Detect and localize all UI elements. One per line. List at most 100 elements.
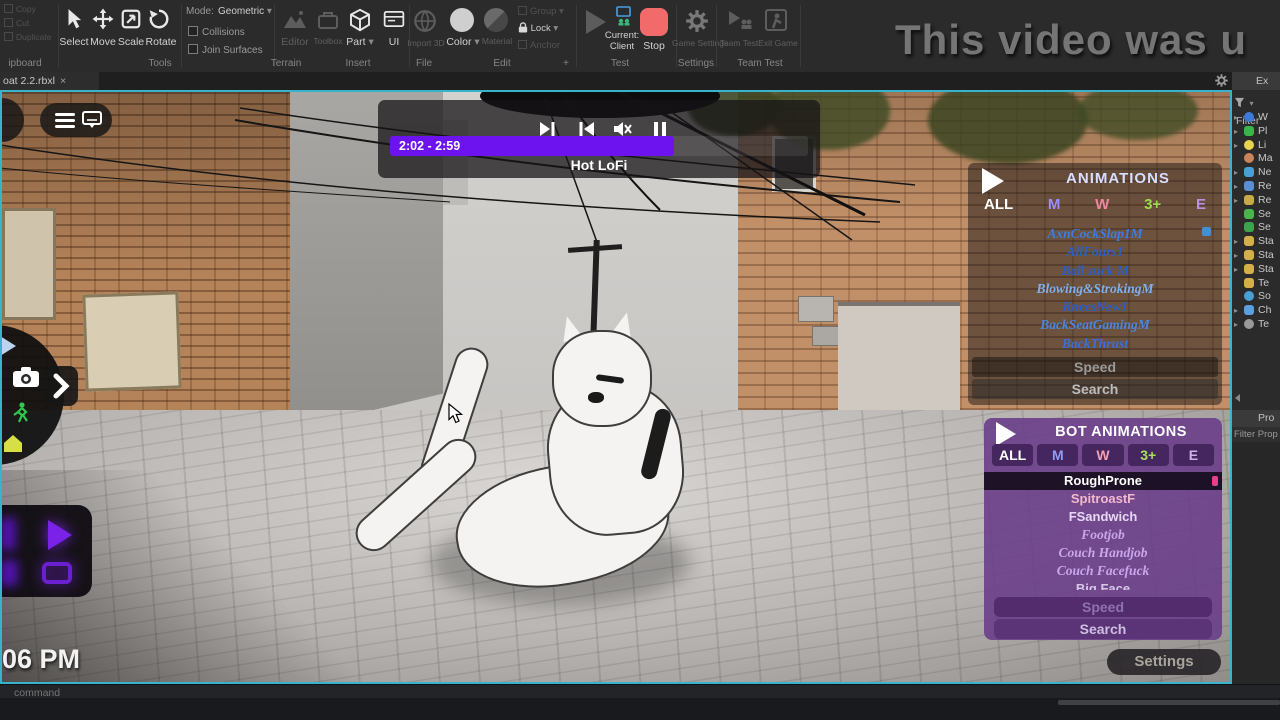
clipped-action-icon[interactable] — [0, 518, 16, 550]
document-tab[interactable]: oat 2.2.rbxl× — [0, 72, 99, 90]
bot-animation-item[interactable]: Big Face — [984, 580, 1222, 590]
viewport-gear-button[interactable] — [1214, 73, 1229, 93]
material-button[interactable] — [484, 8, 508, 32]
animation-item[interactable]: Ball suck M — [968, 262, 1222, 280]
run-icon[interactable] — [12, 402, 30, 424]
tab-m[interactable]: M — [1042, 196, 1067, 213]
edit-overflow[interactable]: + — [560, 58, 572, 69]
expand-arrow-icon[interactable]: ▸ — [1234, 182, 1238, 191]
animation-item[interactable]: AxnCockSlap1M — [968, 225, 1222, 243]
part-button[interactable] — [348, 8, 372, 37]
explorer-tab[interactable]: Ex — [1232, 72, 1280, 90]
play-bot-animation-icon[interactable] — [996, 422, 1016, 446]
clipboard-cut-button[interactable]: Cut — [4, 18, 29, 28]
camera-action-icon[interactable] — [42, 562, 72, 584]
play-animation-icon[interactable] — [982, 168, 1004, 194]
explorer-item[interactable]: ▸Sta — [1232, 234, 1280, 248]
expand-arrow-icon[interactable]: ▸ — [1234, 141, 1238, 150]
ui-button[interactable] — [382, 8, 406, 35]
tab-all[interactable]: ALL — [978, 196, 1019, 213]
explorer-item[interactable]: So — [1232, 289, 1280, 303]
rotate-tool-button[interactable] — [148, 8, 170, 35]
expand-arrow-icon[interactable]: ▸ — [1234, 237, 1238, 246]
tab-w[interactable]: W — [1089, 196, 1115, 213]
collisions-checkbox[interactable]: Collisions — [188, 26, 245, 38]
explorer-item[interactable]: Te — [1232, 276, 1280, 290]
tab-e[interactable]: E — [1173, 444, 1214, 466]
play-action-icon[interactable] — [48, 520, 72, 550]
explorer-item[interactable]: ▸Ne — [1232, 165, 1280, 179]
explorer-item[interactable]: ▸Re — [1232, 193, 1280, 207]
animation-item[interactable]: AllFours1 — [968, 243, 1222, 261]
bot-animation-item[interactable]: SpitroastF — [984, 490, 1222, 508]
team-test-button[interactable] — [726, 8, 752, 37]
move-tool-button[interactable] — [92, 8, 114, 35]
terrain-editor-button[interactable] — [282, 8, 308, 37]
animation-item[interactable]: BackThrust — [968, 335, 1222, 353]
game-settings-button[interactable] — [684, 8, 710, 39]
tab-e[interactable]: E — [1190, 196, 1212, 213]
current-client-button[interactable] — [614, 6, 636, 31]
bot-animation-item[interactable]: RoughProne — [984, 472, 1222, 490]
camera-icon[interactable] — [12, 366, 40, 388]
expand-arrow-icon[interactable]: ▸ — [1234, 168, 1238, 177]
expand-arrow-icon[interactable]: ▸ — [1234, 320, 1238, 329]
tab-3plus[interactable]: 3+ — [1138, 196, 1167, 213]
expand-arrow-icon[interactable]: ▸ — [1234, 265, 1238, 274]
clipboard-copy-button[interactable]: Copy — [4, 4, 36, 14]
expand-arrow-icon[interactable]: ▸ — [1234, 127, 1238, 136]
scroll-left-arrow[interactable] — [1235, 394, 1240, 402]
explorer-item[interactable]: Se — [1232, 220, 1280, 234]
explorer-item[interactable]: ▸Pl — [1232, 124, 1280, 138]
explorer-item[interactable]: ▸Sta — [1232, 248, 1280, 262]
exit-game-button[interactable] — [764, 8, 788, 37]
clipped-action-icon[interactable] — [0, 560, 18, 586]
expand-arrow-icon[interactable]: ▸ — [1234, 251, 1238, 260]
bot-search-button[interactable]: Search — [994, 619, 1212, 639]
animation-item[interactable]: BackSeatGamingM — [968, 316, 1222, 334]
chat-icon[interactable] — [82, 111, 102, 129]
import-3d-button[interactable] — [412, 8, 438, 39]
explorer-item[interactable]: ▸Te — [1232, 317, 1280, 331]
horizontal-scrollbar[interactable] — [1058, 700, 1280, 705]
game-viewport[interactable]: 2:02 - 2:59 Hot LoFi ANIMATIONS ALLMW3+E… — [0, 90, 1232, 684]
bot-animation-item[interactable]: FSandwich — [984, 508, 1222, 526]
join-surfaces-checkbox[interactable]: Join Surfaces — [188, 44, 263, 56]
bot-animation-item[interactable]: Couch Facefuck — [984, 562, 1222, 580]
bot-speed-button[interactable]: Speed — [994, 597, 1212, 617]
explorer-item[interactable]: ▸Ch — [1232, 303, 1280, 317]
explorer-item[interactable]: Se — [1232, 207, 1280, 221]
expand-arrow-icon[interactable]: ▸ — [1234, 196, 1238, 205]
animations-search-button[interactable]: Search — [972, 379, 1218, 399]
color-button[interactable] — [450, 8, 474, 32]
bot-animation-item[interactable]: Couch Handjob — [984, 544, 1222, 562]
toolbox-button[interactable] — [316, 8, 340, 37]
expand-arrow-icon[interactable]: ▸ — [1234, 306, 1238, 315]
animation-item[interactable]: Blowing&StrokingM — [968, 280, 1222, 298]
expand-arrow-icon[interactable]: ▸ — [1234, 113, 1238, 122]
lock-button[interactable]: Lock ▾ — [518, 22, 558, 34]
animations-scrollbar-thumb[interactable] — [1202, 227, 1211, 236]
scale-tool-button[interactable] — [120, 8, 142, 35]
mode-value-dropdown[interactable]: Geometric ▾ — [218, 6, 272, 17]
tab-3plus[interactable]: 3+ — [1128, 444, 1169, 466]
music-progress-track[interactable]: 2:02 - 2:59 — [390, 136, 808, 156]
tab-w[interactable]: W — [1082, 444, 1123, 466]
clipboard-duplicate-button[interactable]: Duplicate — [4, 32, 51, 42]
tab-all[interactable]: ALL — [992, 444, 1033, 466]
explorer-item[interactable]: ▸Sta — [1232, 262, 1280, 276]
group-button[interactable]: Group ▾ — [518, 6, 564, 17]
explorer-item[interactable]: ▸Li — [1232, 138, 1280, 152]
properties-tab[interactable]: Pro — [1232, 410, 1280, 427]
properties-filter-input[interactable]: Filter Prop — [1232, 427, 1280, 442]
stop-button[interactable] — [640, 8, 668, 36]
close-tab-icon[interactable]: × — [60, 75, 66, 87]
explorer-item[interactable]: ▸Re — [1232, 179, 1280, 193]
play-icon[interactable] — [0, 336, 16, 356]
expand-chevron-button[interactable] — [44, 366, 78, 406]
select-tool-button[interactable] — [63, 8, 85, 35]
animation-item[interactable]: KneesNew1 — [968, 298, 1222, 316]
explorer-item[interactable]: ▸W — [1232, 110, 1280, 124]
home-icon[interactable] — [2, 434, 24, 453]
explorer-item[interactable]: Ma — [1232, 151, 1280, 165]
